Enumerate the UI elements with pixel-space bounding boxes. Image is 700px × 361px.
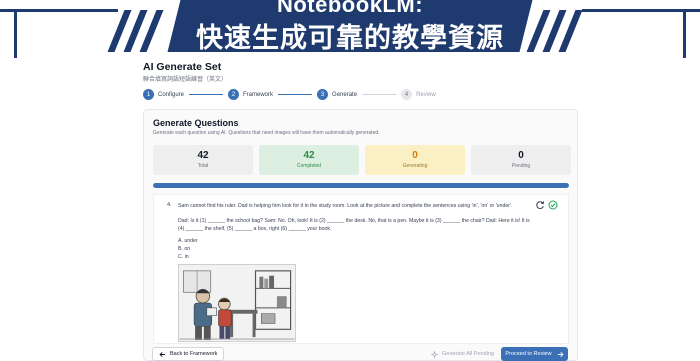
- option-item: C. in: [178, 254, 189, 260]
- step-framework[interactable]: 2 Framework: [228, 89, 273, 100]
- check-circle-icon: [548, 200, 558, 210]
- stat-label: Total: [197, 163, 209, 169]
- question-body-line: Dad: Is it (1) ______ the school bag? Sa…: [178, 218, 530, 224]
- stat-total: 42 Total: [153, 145, 253, 175]
- page-subtitle: 聯合填寫詞語短語練習（英文）: [143, 77, 228, 83]
- sparkle-icon: [431, 350, 438, 358]
- generate-card: Generate Questions Generate each questio…: [143, 109, 578, 361]
- stat-value: 42: [303, 150, 315, 161]
- arrow-right-icon: [557, 351, 564, 357]
- arrow-left-icon: [159, 351, 165, 357]
- stat-value: 0: [518, 150, 524, 161]
- question-prompt: Sam cannot find his ruler. Dad is helpin…: [178, 203, 513, 209]
- step-number: 4: [401, 89, 413, 100]
- banner-main-text: 快速生成可靠的教學資源: [196, 23, 504, 54]
- banner-frame-line: [0, 9, 118, 12]
- card-title: Generate Questions: [153, 118, 239, 128]
- step-number: 2: [228, 89, 240, 100]
- answer-options: A. under B. on C. in: [178, 237, 198, 261]
- step-configure[interactable]: 1 Configure: [143, 89, 184, 100]
- question-illustration: [178, 264, 296, 342]
- progress-fill: [153, 183, 569, 188]
- question-item: 4. Sam cannot find his ruler. Dad is hel…: [153, 194, 569, 344]
- option-item: A. under: [178, 238, 198, 244]
- back-button-label: Back to Framework: [170, 351, 218, 357]
- step-review[interactable]: 4 Review: [401, 89, 436, 100]
- generate-all-label: Generate All Pending: [442, 351, 494, 357]
- step-label: Generate: [332, 91, 358, 98]
- step-generate[interactable]: 3 Generate: [317, 89, 357, 100]
- stats-row: 42 Total 42 Completed 0 Generating 0 Pen…: [153, 145, 571, 175]
- card-subtitle: Generate each question using AI. Questio…: [153, 130, 380, 136]
- stat-generating: 0 Generating: [365, 145, 465, 175]
- step-label: Review: [416, 91, 436, 98]
- step-connector: [278, 94, 313, 95]
- stat-value: 42: [197, 150, 209, 161]
- regenerate-icon[interactable]: [535, 200, 545, 210]
- stat-label: Pending: [511, 163, 531, 169]
- generate-all-pending-button[interactable]: Generate All Pending: [425, 347, 500, 361]
- question-body-line: (4) ______ the shelf, (5) ______ a box, …: [178, 226, 332, 232]
- step-label: Framework: [243, 91, 274, 98]
- progress-bar: [153, 183, 569, 188]
- banner-frame-line: [683, 9, 686, 58]
- stat-value: 0: [412, 150, 418, 161]
- question-body: Dad: Is it (1) ______ the school bag? Sa…: [178, 217, 538, 233]
- step-connector: [362, 94, 397, 95]
- step-number: 1: [143, 89, 154, 100]
- page-title: AI Generate Set: [143, 61, 222, 73]
- step-label: Configure: [158, 91, 185, 98]
- proceed-to-review-button[interactable]: Proceed to Review: [501, 347, 568, 361]
- stat-label: Generating: [402, 163, 428, 169]
- back-to-framework-button[interactable]: Back to Framework: [152, 347, 225, 361]
- stepper: 1 Configure 2 Framework 3 Generate 4 Rev…: [143, 89, 436, 100]
- banner-frame-line: [14, 9, 17, 58]
- proceed-button-label: Proceed to Review: [505, 351, 552, 357]
- stat-completed: 42 Completed: [259, 145, 359, 175]
- stat-pending: 0 Pending: [471, 145, 571, 175]
- question-number: 4.: [167, 202, 172, 208]
- step-connector: [189, 94, 224, 95]
- banner: NotebookLM: 快速生成可靠的教學資源: [0, 0, 700, 58]
- stat-label: Completed: [296, 163, 322, 169]
- option-item: B. on: [178, 246, 191, 252]
- step-number: 3: [317, 89, 329, 100]
